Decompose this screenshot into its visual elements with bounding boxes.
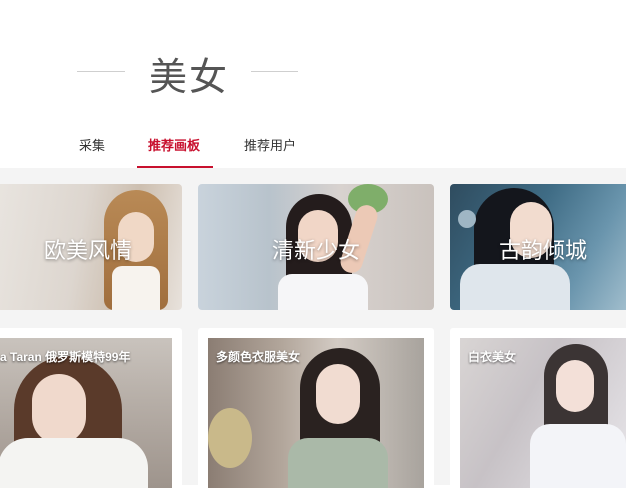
album-card-taran[interactable]: a Taran 俄罗斯模特99年 (0, 328, 182, 488)
category-card-fresh-girl[interactable]: 清新少女 (198, 184, 434, 310)
tab-recommended-boards[interactable]: 推荐画板 (148, 138, 200, 166)
album-card-colorful-clothes[interactable]: 多颜色衣服美女 (198, 328, 434, 488)
page-header: 美女 (0, 0, 626, 130)
category-card-ancient-charm[interactable]: 古韵倾城 (450, 184, 626, 310)
album-label: 白衣美女 (468, 350, 517, 364)
tab-recommended-users[interactable]: 推荐用户 (244, 138, 296, 166)
tab-pins[interactable]: 采集 (79, 138, 105, 166)
page-title: 美女 (148, 57, 229, 99)
title-divider-right (251, 71, 298, 72)
title-divider-left (77, 71, 125, 72)
album-label: 多颜色衣服美女 (216, 350, 301, 364)
category-label: 清新少女 (271, 238, 360, 263)
album-card-white-clothes[interactable]: 白衣美女 (450, 328, 626, 488)
album-label: a Taran 俄罗斯模特99年 (0, 350, 131, 364)
category-card-western[interactable]: 欧美风情 (0, 184, 182, 310)
board-content: 欧美风情 清新少女 古韵倾城 a Taran 俄罗斯模特99年 多颜色衣服美女 … (0, 168, 626, 488)
category-label: 古韵倾城 (498, 238, 587, 263)
category-label: 欧美风情 (43, 238, 132, 263)
tab-bar: 采集 推荐画板 推荐用户 (0, 130, 626, 168)
